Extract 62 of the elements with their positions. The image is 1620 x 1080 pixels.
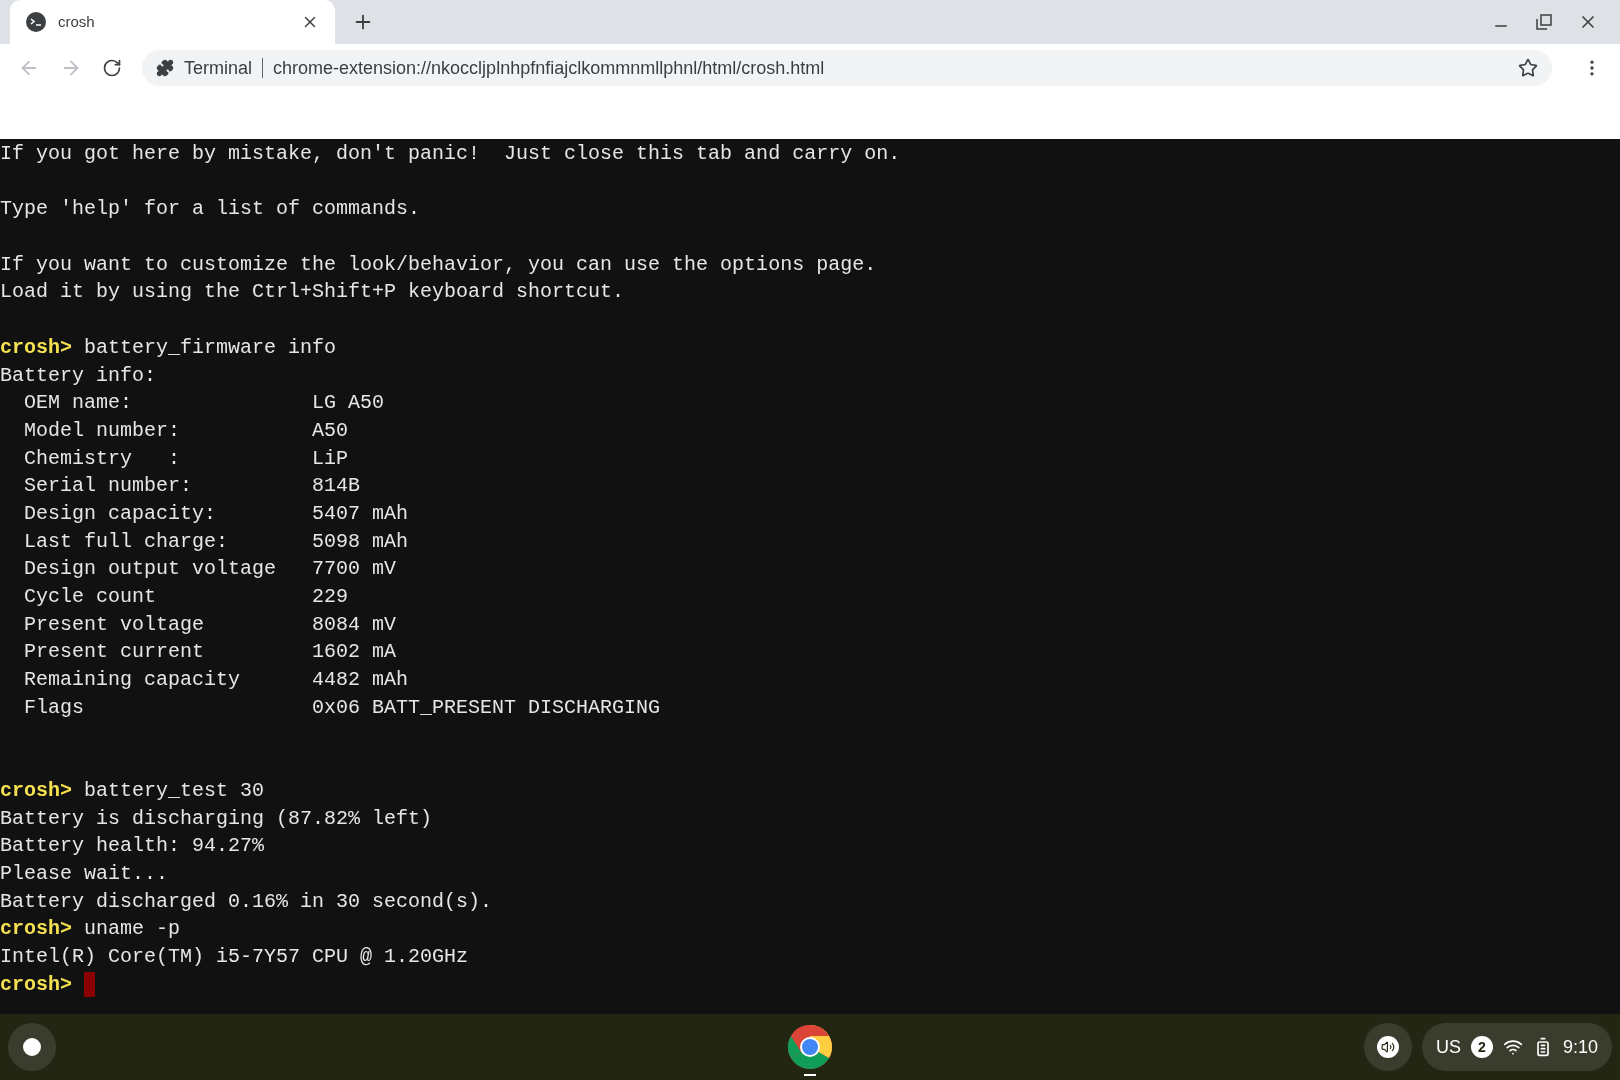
terminal-line: Battery is discharging (87.82% left)	[0, 805, 433, 832]
field-label: Flags	[24, 694, 85, 721]
field-value: 8084 mV	[312, 611, 397, 638]
url-text: chrome-extension://nkoccljplnhpfnfiajclkommnmllphnl/html/crosh.html	[273, 56, 826, 80]
text-cursor	[84, 971, 95, 997]
field-label: Present voltage	[24, 611, 206, 638]
speaker-icon	[1376, 1036, 1399, 1058]
prompt-text: crosh>	[0, 971, 72, 998]
running-indicator	[804, 1074, 816, 1076]
terminal-line: Type 'help' for a list of commands.	[0, 196, 421, 223]
clock-text: 9:10	[1562, 1035, 1598, 1059]
puzzle-icon	[156, 59, 174, 77]
field-label: Design capacity:	[24, 500, 218, 527]
prompt-text: crosh>	[0, 916, 72, 943]
terminal-line: Load it by using the Ctrl+Shift+P keyboard shortcut.	[0, 279, 625, 306]
terminal-line: Battery discharged 0.16% in 30 second(s).	[0, 888, 493, 915]
field-label: Serial number:	[24, 473, 194, 500]
keyboard-layout-text: US	[1435, 1035, 1461, 1059]
field-label: Last full charge:	[24, 528, 230, 555]
address-bar[interactable]: Terminal chrome-extension://nkoccljplnhpfnfiajclkommnmllphnl/html/crosh.html	[142, 50, 1552, 86]
accessibility-button[interactable]	[1363, 1023, 1412, 1071]
field-value: 5098 mAh	[312, 528, 409, 555]
wifi-icon	[1502, 1037, 1523, 1057]
command-text: uname -p	[84, 916, 181, 943]
field-label: Remaining capacity	[24, 667, 242, 694]
tab-title: crosh	[58, 11, 96, 32]
field-value: 5407 mAh	[312, 500, 409, 527]
terminal-line: Battery info:	[0, 362, 157, 389]
field-label: Present current	[24, 639, 206, 666]
field-value: 7700 mV	[312, 556, 397, 583]
field-label: Model number:	[24, 417, 182, 444]
status-tray[interactable]: US 2 9:10	[1421, 1023, 1612, 1071]
field-value: 814B	[312, 473, 361, 500]
terminal-line: If you want to customize the look/behavior, you can use the options page.	[0, 251, 877, 278]
browser-tab[interactable]: crosh	[10, 0, 335, 44]
prompt-text: crosh>	[0, 777, 72, 804]
field-label: Cycle count	[24, 584, 158, 610]
field-label: OEM name:	[24, 390, 134, 417]
bookmark-star-icon[interactable]	[1518, 58, 1538, 78]
field-value: 229	[312, 584, 349, 610]
field-label: Chemistry :	[24, 445, 182, 472]
reload-icon[interactable]	[102, 58, 122, 78]
field-value: LG A50	[312, 390, 385, 417]
field-value: 0x06 BATT_PRESENT DISCHARGING	[312, 694, 661, 721]
launcher-button[interactable]	[8, 1023, 56, 1071]
browser-app-icon[interactable]	[787, 1024, 833, 1070]
command-text: battery_firmware info	[84, 334, 337, 361]
prompt-text: crosh>	[0, 334, 72, 361]
field-value: A50	[312, 417, 349, 444]
terminal-line: If you got here by mistake, don't panic! Just close this tab and carry on.	[0, 141, 901, 167]
terminal-line: Please wait...	[0, 860, 169, 887]
extension-label: Terminal	[184, 56, 253, 80]
field-value: LiP	[312, 445, 349, 472]
command-text: battery_test 30	[84, 777, 265, 804]
terminal-line: Intel(R) Core(TM) i5-7Y57 CPU @ 1.20GHz	[0, 943, 469, 970]
field-value: 1602 mA	[312, 639, 397, 666]
terminal-favicon-icon	[26, 12, 46, 32]
terminal-line: Battery health: 94.27%	[0, 833, 265, 860]
field-label: Design output voltage	[24, 556, 278, 583]
restore-icon[interactable]	[1536, 14, 1552, 30]
field-value: 4482 mAh	[312, 667, 409, 694]
notification-count: 2	[1470, 1036, 1493, 1058]
